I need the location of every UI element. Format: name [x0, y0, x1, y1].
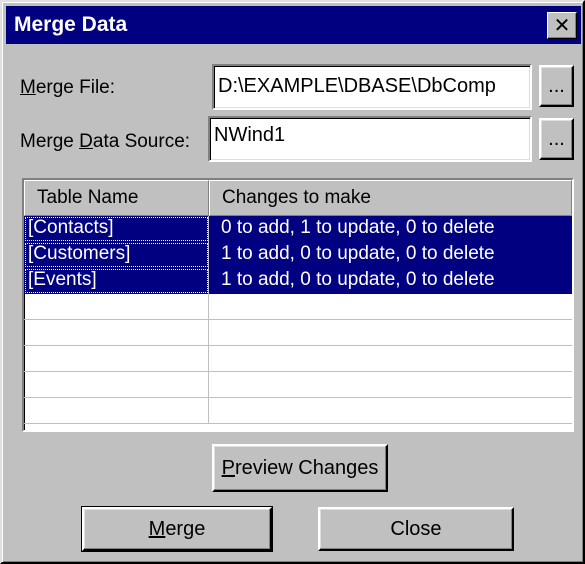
table-row[interactable]: [Contacts] 0 to add, 1 to update, 0 to de…	[24, 216, 572, 242]
merge-source-label-mnemonic: D	[79, 131, 93, 152]
merge-data-dialog: Merge Data ✕ Merge File: D:\EXAMPLE\DBAS…	[0, 0, 585, 564]
table-row[interactable]	[24, 346, 572, 372]
merge-source-value: NWind1	[214, 124, 286, 146]
merge-file-browse-button[interactable]: ...	[539, 65, 574, 107]
table-row[interactable]	[24, 294, 572, 320]
table-row[interactable]	[24, 320, 572, 346]
preview-changes-button[interactable]: Preview Changes	[212, 444, 388, 492]
table-row[interactable]: [Events] 1 to add, 0 to update, 0 to dele…	[24, 268, 572, 294]
close-button[interactable]: Close	[318, 507, 514, 551]
browse-ellipsis-icon: ...	[548, 127, 565, 150]
merge-label: erge	[165, 517, 206, 540]
changes-grid[interactable]: Table Name Changes to make [Contacts] 0 t…	[22, 178, 574, 432]
column-header-table-name[interactable]: Table Name	[24, 180, 209, 216]
table-name-cell[interactable]: [Customers]	[24, 242, 209, 268]
changes-cell[interactable]	[209, 320, 572, 346]
merge-file-field[interactable]: D:\EXAMPLE\DBASE\DbComp	[212, 64, 532, 110]
merge-file-label: Merge File:	[20, 76, 115, 100]
changes-cell[interactable]	[209, 372, 572, 398]
table-row[interactable]: [Customers] 1 to add, 0 to update, 0 to d…	[24, 242, 572, 268]
grid-rows: [Contacts] 0 to add, 1 to update, 0 to de…	[24, 216, 572, 424]
merge-file-label-rest: erge File:	[35, 77, 116, 98]
browse-ellipsis-icon: ...	[548, 74, 565, 97]
table-row[interactable]	[24, 398, 572, 424]
merge-mnemonic: M	[148, 517, 166, 540]
merge-source-browse-button[interactable]: ...	[539, 118, 574, 160]
close-icon[interactable]: ✕	[547, 12, 577, 39]
merge-button[interactable]: Merge	[81, 506, 273, 552]
grid-header: Table Name Changes to make	[24, 180, 572, 216]
table-name-cell[interactable]	[24, 294, 209, 320]
table-row[interactable]	[24, 372, 572, 398]
merge-source-field[interactable]: NWind1	[208, 116, 532, 162]
merge-file-value: D:\EXAMPLE\DBASE\DbComp	[218, 75, 496, 97]
changes-cell[interactable]: 0 to add, 1 to update, 0 to delete	[209, 216, 572, 242]
changes-cell[interactable]	[209, 346, 572, 372]
table-name-cell[interactable]	[24, 320, 209, 346]
preview-label: review Changes	[234, 456, 379, 479]
column-header-changes[interactable]: Changes to make	[209, 180, 572, 216]
changes-cell[interactable]: 1 to add, 0 to update, 0 to delete	[209, 268, 572, 294]
merge-source-label: Merge Data Source:	[20, 130, 190, 154]
changes-cell[interactable]	[209, 294, 572, 320]
merge-source-label-prefix: Merge	[20, 131, 80, 152]
changes-cell[interactable]	[209, 398, 572, 424]
window-title: Merge Data	[14, 13, 128, 36]
merge-source-label-rest: ata Source:	[92, 131, 191, 152]
table-name-cell[interactable]	[24, 398, 209, 424]
table-name-cell[interactable]: [Contacts]	[24, 216, 209, 242]
title-bar[interactable]: Merge Data ✕	[6, 6, 581, 44]
preview-mnemonic: P	[221, 456, 235, 479]
table-name-cell[interactable]	[24, 346, 209, 372]
table-name-cell[interactable]	[24, 372, 209, 398]
changes-cell[interactable]: 1 to add, 0 to update, 0 to delete	[209, 242, 572, 268]
table-name-cell[interactable]: [Events]	[24, 268, 209, 294]
close-label: Close	[390, 517, 442, 540]
merge-file-label-mnemonic: M	[20, 77, 36, 98]
